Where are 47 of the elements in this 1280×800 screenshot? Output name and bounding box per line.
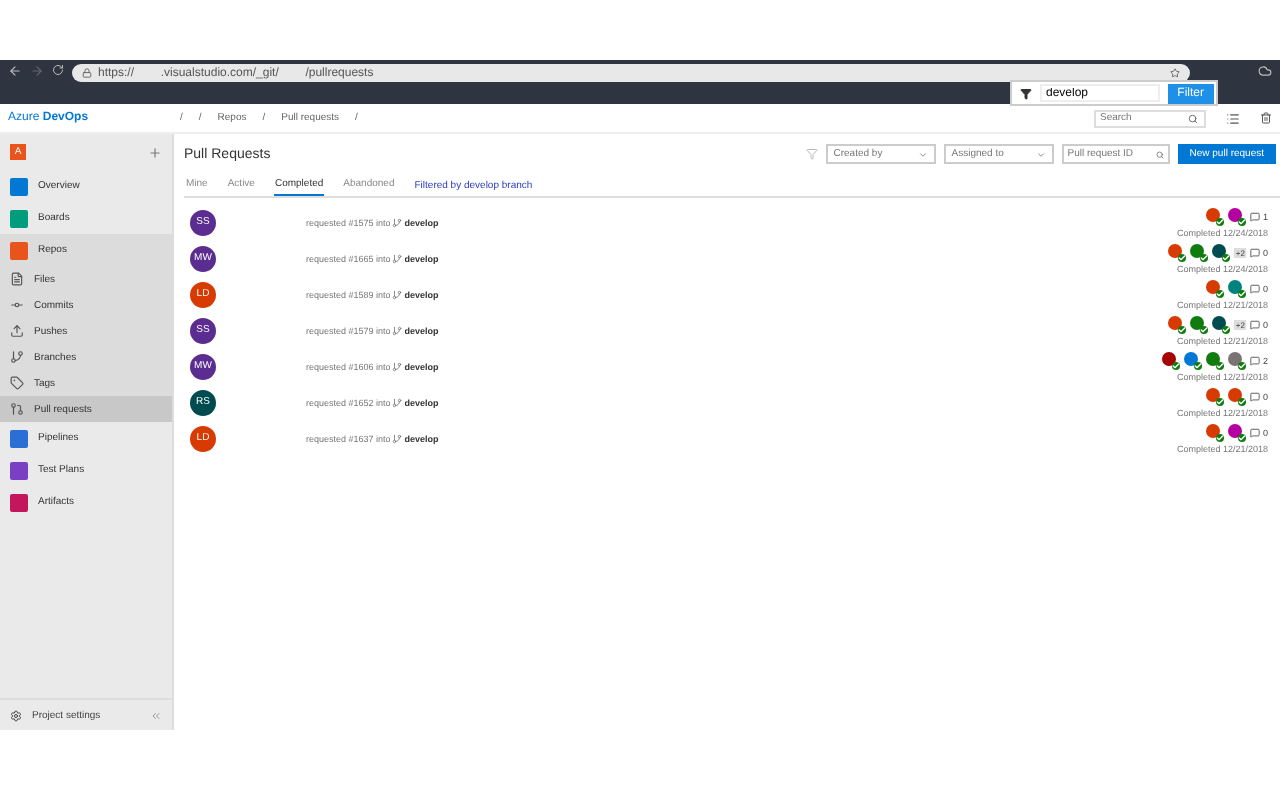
nav-icon: [10, 350, 24, 364]
lock-icon: [82, 68, 92, 78]
reviewer-avatar: [1211, 243, 1230, 261]
branch-icon: [392, 325, 403, 335]
back-icon[interactable]: [8, 64, 22, 78]
filter-icon: [1020, 87, 1032, 99]
reviewer-avatar: [1228, 423, 1247, 441]
trash-icon[interactable]: [1260, 112, 1272, 124]
nav-icon: [10, 298, 24, 312]
reviewer-avatar: [1189, 315, 1208, 333]
nav-icon: [10, 272, 24, 286]
search-icon: [1188, 113, 1198, 123]
chevron-icon: [917, 149, 928, 159]
branch-icon: [392, 253, 403, 263]
chevron-icon: [1035, 149, 1046, 159]
branch-icon: [392, 361, 403, 371]
reviewer-avatar: [1228, 351, 1247, 369]
nav-icon: [10, 376, 24, 390]
search-icon: [1155, 149, 1164, 159]
reviewer-avatar: [1228, 207, 1247, 225]
reviewer-avatar: [1206, 351, 1225, 369]
reviewer-avatar: [1206, 279, 1225, 297]
reviewer-avatar: [1167, 315, 1186, 333]
reviewer-avatar: [1228, 387, 1247, 405]
reviewer-avatar: [1206, 423, 1225, 441]
reload-icon[interactable]: [52, 64, 64, 76]
branch-icon: [392, 217, 403, 227]
reviewer-avatar: [1206, 387, 1225, 405]
reviewer-avatar: [1162, 351, 1181, 369]
branch-icon: [392, 289, 403, 299]
branch-icon: [392, 433, 403, 443]
forward-icon[interactable]: [30, 64, 44, 78]
reviewer-avatar: [1189, 243, 1208, 261]
add-icon[interactable]: [148, 145, 162, 159]
reviewer-avatar: [1167, 243, 1186, 261]
settings-icon[interactable]: [10, 709, 22, 721]
extension-icon[interactable]: [1258, 64, 1272, 78]
reviewer-avatar: [1184, 351, 1203, 369]
reviewer-avatar: [1228, 279, 1247, 297]
star-icon[interactable]: [1170, 68, 1180, 78]
reviewer-avatar: [1206, 207, 1225, 225]
nav-icon: [10, 324, 24, 338]
reviewer-avatar: [1211, 315, 1230, 333]
branch-icon: [392, 397, 403, 407]
collapse-icon[interactable]: [150, 709, 162, 721]
nav-icon: [10, 402, 24, 416]
list-icon[interactable]: [1226, 111, 1240, 125]
